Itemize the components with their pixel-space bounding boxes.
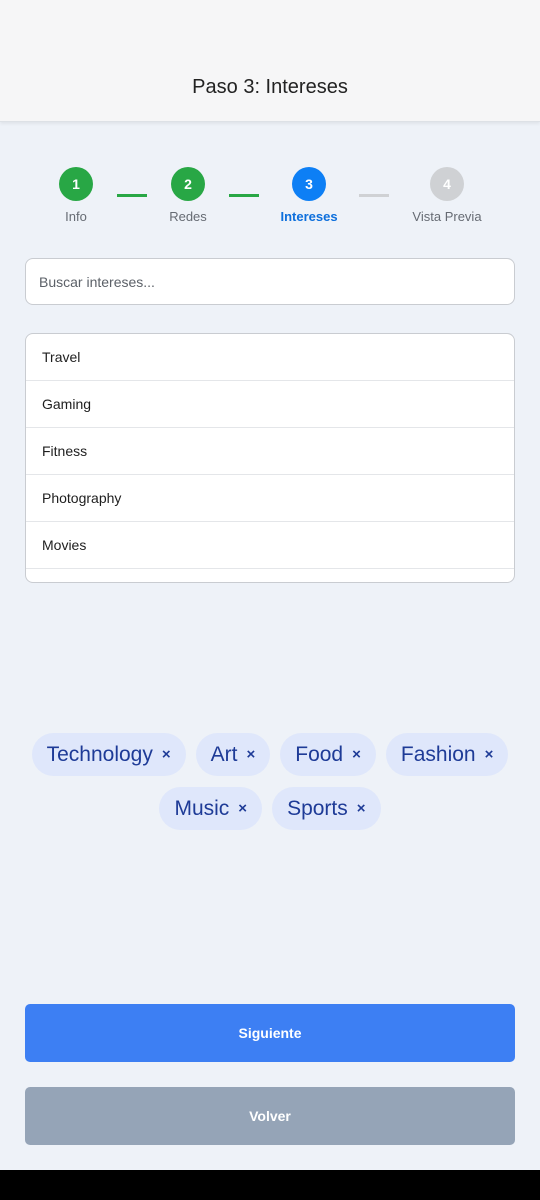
chip-sports[interactable]: Sports × bbox=[272, 787, 381, 830]
step-number-badge: 4 bbox=[430, 167, 464, 201]
app-screen: Paso 3: Intereses 1 Info 2 Redes 3 Inter… bbox=[0, 0, 540, 1170]
chip-fashion[interactable]: Fashion × bbox=[385, 733, 509, 776]
remove-icon[interactable]: × bbox=[246, 746, 255, 763]
step-connector bbox=[359, 194, 389, 197]
interest-options-list[interactable]: Travel Gaming Fitness Photography Movies bbox=[25, 333, 515, 583]
chip-label: Food bbox=[295, 742, 344, 766]
step-label: Vista Previa bbox=[412, 209, 482, 224]
chip-food[interactable]: Food × bbox=[280, 733, 376, 776]
page-title: Paso 3: Intereses bbox=[192, 76, 348, 98]
chip-label: Fashion bbox=[400, 742, 476, 766]
list-item-gaming[interactable]: Gaming bbox=[26, 381, 514, 428]
chip-art[interactable]: Art × bbox=[195, 733, 271, 776]
step-label: Info bbox=[65, 209, 87, 224]
step-info: 1 Info bbox=[21, 167, 131, 224]
remove-icon[interactable]: × bbox=[162, 746, 171, 763]
list-item-travel[interactable]: Travel bbox=[26, 334, 514, 381]
search-input[interactable] bbox=[25, 258, 515, 305]
next-button[interactable]: Siguiente bbox=[25, 1004, 515, 1062]
remove-icon[interactable]: × bbox=[485, 746, 494, 763]
remove-icon[interactable]: × bbox=[357, 800, 366, 817]
step-number-badge: 3 bbox=[292, 167, 326, 201]
selected-interests: Technology × Art × Food × Fashion × Musi… bbox=[20, 733, 520, 830]
step-number-badge: 2 bbox=[171, 167, 205, 201]
chip-music[interactable]: Music × bbox=[159, 787, 263, 830]
step-number-badge: 1 bbox=[59, 167, 93, 201]
list-item-fitness[interactable]: Fitness bbox=[26, 428, 514, 475]
chip-label: Art bbox=[210, 742, 238, 766]
remove-icon[interactable]: × bbox=[352, 746, 361, 763]
step-vista-previa: 4 Vista Previa bbox=[392, 167, 502, 224]
list-item-photography[interactable]: Photography bbox=[26, 475, 514, 522]
chip-label: Music bbox=[174, 796, 230, 820]
list-item-movies[interactable]: Movies bbox=[26, 522, 514, 569]
chip-technology[interactable]: Technology × bbox=[31, 733, 186, 776]
step-redes: 2 Redes bbox=[133, 167, 243, 224]
remove-icon[interactable]: × bbox=[238, 800, 247, 817]
step-label: Intereses bbox=[280, 209, 338, 224]
chip-label: Sports bbox=[287, 796, 348, 820]
step-label: Redes bbox=[169, 209, 207, 224]
chip-label: Technology bbox=[46, 742, 153, 766]
back-button[interactable]: Volver bbox=[25, 1087, 515, 1145]
step-intereses: 3 Intereses bbox=[254, 167, 364, 224]
app-header: Paso 3: Intereses bbox=[0, 0, 540, 122]
